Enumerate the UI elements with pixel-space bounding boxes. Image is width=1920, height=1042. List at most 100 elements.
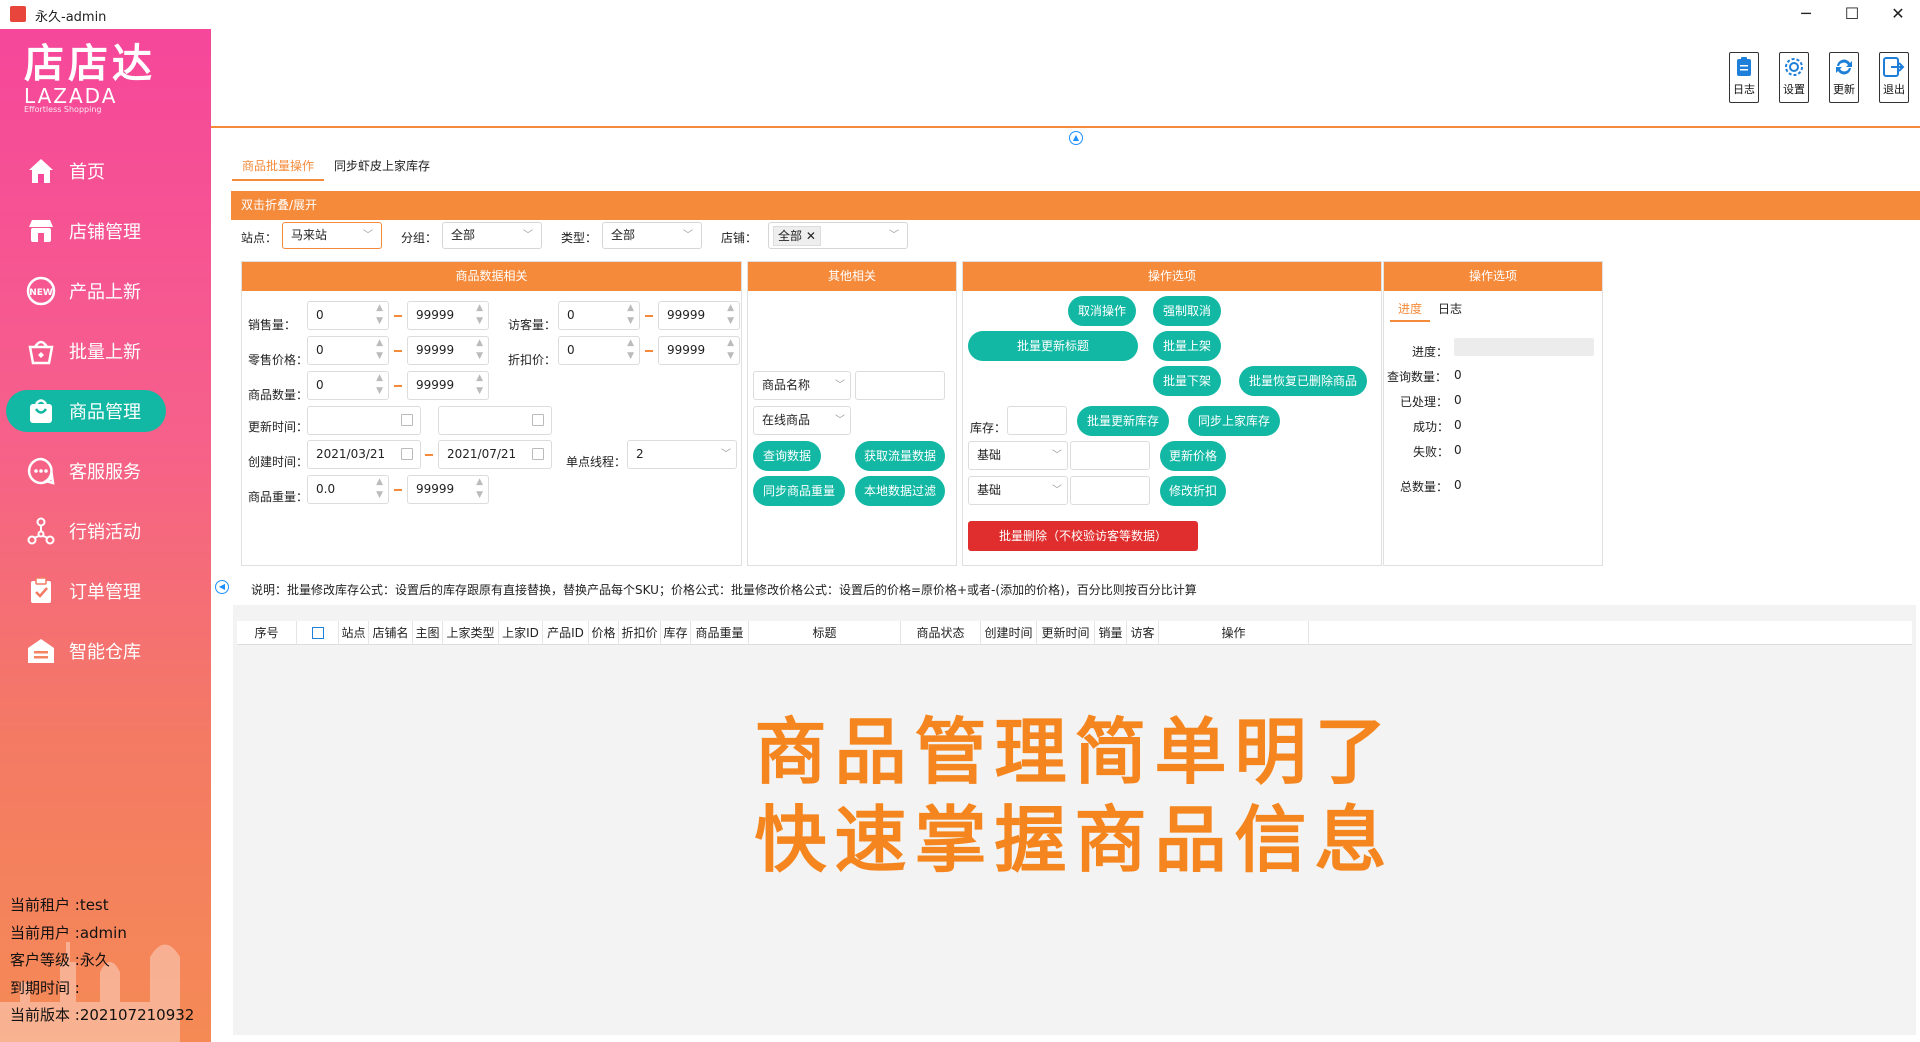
local-filter-button[interactable]: 本地数据过滤 (855, 476, 945, 506)
update-title-button[interactable]: 批量更新标题 (968, 331, 1138, 361)
shop-select[interactable]: 全部 ✕ ﹀ (768, 222, 908, 249)
update-price-button[interactable]: 更新价格 (1160, 441, 1226, 471)
threads-select[interactable]: 2 ﹀ (627, 440, 737, 469)
discount-min-input[interactable]: 0 ▲ ▼ (558, 336, 640, 365)
price-input[interactable] (1070, 441, 1150, 470)
spinner-icon[interactable]: ▲ ▼ (627, 302, 634, 328)
sync-stock-button[interactable]: 同步上家库存 (1188, 406, 1280, 436)
sidebar-item-warehouse[interactable]: 智能仓库 (0, 621, 211, 681)
col-visitors[interactable]: 访客 (1127, 621, 1159, 645)
weight-max-input[interactable]: 99999 ▲ ▼ (407, 475, 489, 504)
sidebar-item-service[interactable]: 客服服务 (0, 441, 211, 501)
spinner-icon[interactable]: ▲ ▼ (476, 476, 483, 502)
col-select-all[interactable] (297, 621, 339, 645)
col-source-type[interactable]: 上家类型 (443, 621, 499, 645)
retail-min-input[interactable]: 0 ▲ ▼ (307, 336, 389, 365)
log-button[interactable]: 日志 (1729, 52, 1759, 103)
calendar-icon[interactable] (401, 448, 413, 460)
sales-min-input[interactable]: 0 ▲ ▼ (307, 301, 389, 330)
spinner-icon[interactable]: ▲ ▼ (627, 337, 634, 363)
maximize-button[interactable]: ☐ (1830, 2, 1874, 26)
spinner-icon[interactable]: ▲ ▼ (476, 372, 483, 398)
col-created[interactable]: 创建时间 (981, 621, 1037, 645)
sidebar-item-product-mgmt[interactable]: 商品管理 (0, 381, 211, 441)
spinner-icon[interactable]: ▲ ▼ (376, 337, 383, 363)
created-to-input[interactable]: 2021/07/21 (438, 440, 552, 469)
tab-log[interactable]: 日志 (1430, 298, 1470, 322)
spinner-icon[interactable]: ▲ ▼ (376, 476, 383, 502)
status-select[interactable]: 在线商品 ﹀ (753, 406, 851, 435)
stock-input[interactable] (1007, 406, 1067, 435)
discount-base-select[interactable]: 基础 ﹀ (968, 476, 1068, 505)
tab-sync-stock[interactable]: 同步虾皮上家库存 (324, 155, 440, 181)
keyword-input[interactable] (855, 371, 945, 400)
spinner-icon[interactable]: ▲ ▼ (476, 337, 483, 363)
col-shop[interactable]: 店铺名 (369, 621, 413, 645)
batch-delete-button[interactable]: 批量删除（不校验访客等数据） (968, 521, 1198, 551)
update-stock-button[interactable]: 批量更新库存 (1077, 406, 1169, 436)
sidebar-item-orders[interactable]: 订单管理 (0, 561, 211, 621)
update-button[interactable]: 更新 (1829, 52, 1859, 103)
exit-button[interactable]: 退出 (1879, 52, 1909, 103)
col-price[interactable]: 价格 (589, 621, 619, 645)
force-cancel-button[interactable]: 强制取消 (1153, 296, 1221, 326)
list-button[interactable]: 批量上架 (1153, 331, 1221, 361)
calendar-icon[interactable] (401, 414, 413, 426)
select-all-checkbox[interactable] (311, 627, 324, 639)
close-icon[interactable]: ✕ (806, 229, 816, 243)
sync-weight-button[interactable]: 同步商品重量 (753, 476, 845, 506)
retail-max-input[interactable]: 99999 ▲ ▼ (407, 336, 489, 365)
qty-min-input[interactable]: 0 ▲ ▼ (307, 371, 389, 400)
col-updated[interactable]: 更新时间 (1037, 621, 1095, 645)
qty-max-input[interactable]: 99999 ▲ ▼ (407, 371, 489, 400)
calendar-icon[interactable] (532, 448, 544, 460)
created-from-input[interactable]: 2021/03/21 (307, 440, 421, 469)
collapse-left-icon[interactable]: ◀ (215, 580, 229, 594)
col-site[interactable]: 站点 (339, 621, 369, 645)
sidebar-item-new-product[interactable]: NEW 产品上新 (0, 261, 211, 321)
sidebar-item-marketing[interactable]: 行销活动 (0, 501, 211, 561)
visits-min-input[interactable]: 0 ▲ ▼ (558, 301, 640, 330)
col-product-id[interactable]: 产品ID (543, 621, 589, 645)
price-base-select[interactable]: 基础 ﹀ (968, 441, 1068, 470)
type-select[interactable]: 全部 ﹀ (602, 222, 702, 249)
site-select[interactable]: 马来站 ﹀ (282, 222, 382, 249)
discount-input[interactable] (1070, 476, 1150, 505)
weight-min-input[interactable]: 0.0 ▲ ▼ (307, 475, 389, 504)
col-source-id[interactable]: 上家ID (499, 621, 543, 645)
sidebar-item-store[interactable]: 店铺管理 (0, 201, 211, 261)
collapse-up-icon[interactable]: ▲ (1069, 131, 1083, 145)
sidebar-item-batch-new[interactable]: 批量上新 (0, 321, 211, 381)
col-stock[interactable]: 库存 (661, 621, 691, 645)
col-title[interactable]: 标题 (749, 621, 901, 645)
query-button[interactable]: 查询数据 (753, 441, 821, 471)
col-weight[interactable]: 商品重量 (691, 621, 749, 645)
spinner-icon[interactable]: ▲ ▼ (476, 302, 483, 328)
spinner-icon[interactable]: ▲ ▼ (376, 372, 383, 398)
sidebar-item-home[interactable]: 首页 (0, 141, 211, 201)
spinner-icon[interactable]: ▲ ▼ (727, 302, 734, 328)
col-actions[interactable]: 操作 (1159, 621, 1309, 645)
field-select[interactable]: 商品名称 ﹀ (753, 371, 851, 400)
tab-progress[interactable]: 进度 (1390, 298, 1431, 322)
traffic-button[interactable]: 获取流量数据 (855, 441, 945, 471)
restore-button[interactable]: 批量恢复已删除商品 (1239, 366, 1367, 396)
minimize-button[interactable]: ─ (1784, 2, 1828, 26)
group-select[interactable]: 全部 ﹀ (442, 222, 542, 249)
tab-batch-operations[interactable]: 商品批量操作 (232, 155, 325, 181)
calendar-icon[interactable] (532, 414, 544, 426)
settings-button[interactable]: 设置 (1779, 52, 1809, 103)
visits-max-input[interactable]: 99999 ▲ ▼ (658, 301, 740, 330)
spinner-icon[interactable]: ▲ ▼ (727, 337, 734, 363)
updated-to-input[interactable] (438, 406, 552, 435)
close-button[interactable]: ✕ (1876, 2, 1920, 26)
col-discount[interactable]: 折扣价 (619, 621, 661, 645)
sales-max-input[interactable]: 99999 ▲ ▼ (407, 301, 489, 330)
edit-discount-button[interactable]: 修改折扣 (1160, 476, 1226, 506)
col-image[interactable]: 主图 (413, 621, 443, 645)
spinner-icon[interactable]: ▲ ▼ (376, 302, 383, 328)
col-status[interactable]: 商品状态 (901, 621, 981, 645)
cancel-button[interactable]: 取消操作 (1068, 296, 1136, 326)
delist-button[interactable]: 批量下架 (1153, 366, 1221, 396)
col-sales[interactable]: 销量 (1095, 621, 1127, 645)
